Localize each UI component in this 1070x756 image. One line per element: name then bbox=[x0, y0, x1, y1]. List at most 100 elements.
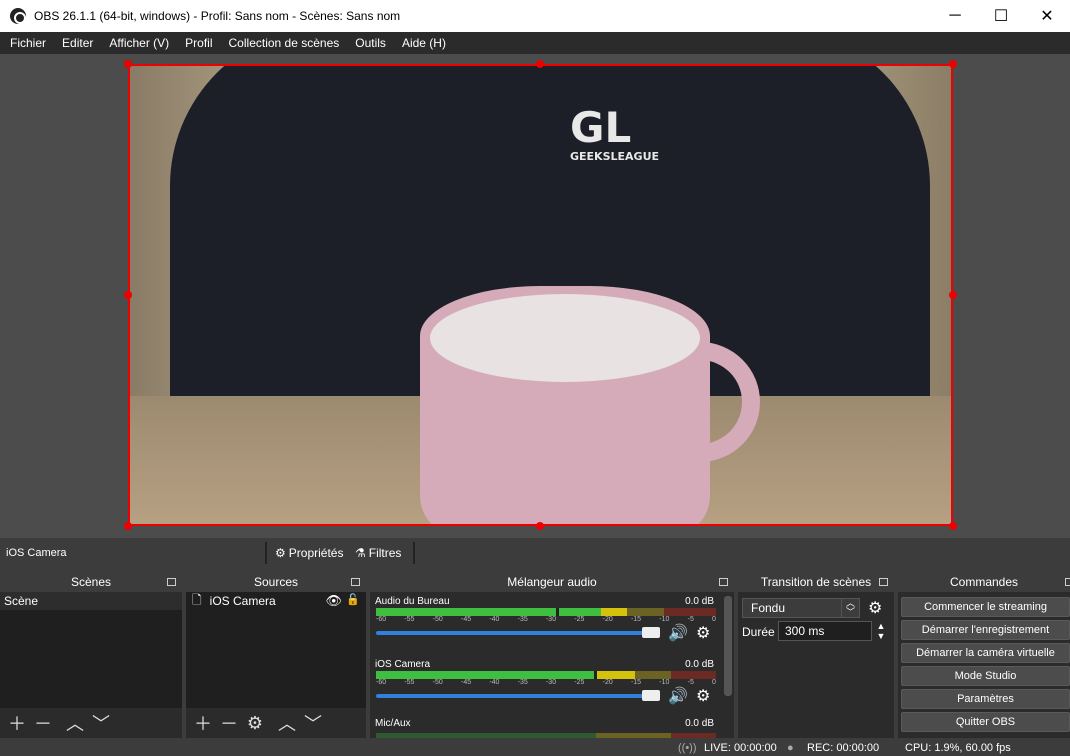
duration-label: Durée bbox=[742, 625, 775, 639]
undock-icon[interactable] bbox=[167, 578, 176, 586]
maximize-button[interactable]: ☐ bbox=[978, 0, 1024, 32]
meter-yellow-dim-segment bbox=[627, 608, 665, 616]
menu-tools[interactable]: Outils bbox=[347, 36, 394, 50]
mixer-channel: Mic/Aux 0.0 dB bbox=[374, 718, 716, 738]
speaker-icon[interactable]: 🔊 bbox=[668, 623, 688, 643]
menu-file[interactable]: Fichier bbox=[2, 36, 54, 50]
menu-edit[interactable]: Editer bbox=[54, 36, 101, 50]
source-item[interactable]: 🗋 iOS Camera 👁 🔓 bbox=[186, 592, 366, 610]
resize-handle-bottom-left[interactable] bbox=[124, 522, 132, 530]
tick-label: -5 bbox=[687, 679, 694, 686]
tick-label: -35 bbox=[517, 679, 528, 686]
tick-label: -55 bbox=[404, 679, 415, 686]
meter-green-segment bbox=[376, 608, 557, 616]
tick-label: -5 bbox=[687, 616, 694, 623]
eye-icon[interactable]: 👁 bbox=[325, 593, 342, 609]
undock-icon[interactable] bbox=[879, 578, 888, 586]
settings-button[interactable]: Paramètres bbox=[901, 689, 1070, 709]
volume-slider[interactable] bbox=[376, 694, 656, 698]
meter-yellow-dim-segment bbox=[595, 733, 671, 738]
add-scene-button[interactable]: ＋ bbox=[4, 710, 30, 736]
filter-icon: ⚗ bbox=[355, 546, 366, 560]
resize-handle-top[interactable] bbox=[536, 60, 544, 68]
filters-label: Filtres bbox=[368, 546, 402, 560]
resize-handle-bottom[interactable] bbox=[536, 522, 544, 530]
start-recording-button[interactable]: Démarrer l'enregistrement bbox=[901, 620, 1070, 640]
meter-green-segment bbox=[559, 608, 601, 616]
close-button[interactable]: ✕ bbox=[1024, 0, 1070, 32]
duration-input[interactable]: 300 ms bbox=[778, 621, 872, 641]
start-streaming-button[interactable]: Commencer le streaming bbox=[901, 597, 1070, 617]
volume-slider-handle[interactable] bbox=[642, 627, 660, 638]
sources-list[interactable]: 🗋 iOS Camera 👁 🔓 bbox=[186, 592, 366, 708]
transitions-title-text: Transition de scènes bbox=[760, 575, 872, 589]
hoodie-logo-mark: GL bbox=[570, 103, 632, 152]
gear-icon[interactable]: ⚙ bbox=[696, 623, 710, 643]
source-context-bar: iOS Camera ⚙ Propriétés ⚗ Filtres bbox=[0, 538, 1070, 568]
scene-item[interactable]: Scène bbox=[0, 592, 182, 610]
exit-button[interactable]: Quitter OBS bbox=[901, 712, 1070, 732]
volume-meter bbox=[376, 608, 716, 616]
menu-scene-collection[interactable]: Collection de scènes bbox=[221, 36, 348, 50]
volume-meter bbox=[376, 671, 716, 679]
add-source-button[interactable]: ＋ bbox=[190, 710, 216, 736]
mixer-dock-title: Mélangeur audio bbox=[370, 572, 734, 592]
channel-name: Mic/Aux bbox=[375, 718, 411, 729]
volume-slider-handle[interactable] bbox=[642, 690, 660, 701]
controls-dock: Commandes Commencer le streaming Démarre… bbox=[898, 572, 1070, 738]
move-source-up-button[interactable]: ︿ bbox=[274, 710, 300, 736]
menu-profile[interactable]: Profil bbox=[177, 36, 220, 50]
gear-icon[interactable]: ⚙ bbox=[868, 598, 882, 618]
mixer-scrollbar[interactable] bbox=[724, 596, 732, 696]
minimize-button[interactable]: ─ bbox=[932, 0, 978, 32]
remove-source-button[interactable]: － bbox=[216, 710, 242, 736]
resize-handle-bottom-right[interactable] bbox=[949, 522, 957, 530]
move-source-down-button[interactable]: ﹀ bbox=[300, 710, 326, 736]
chevron-up-down-icon: ︿ ﹀ bbox=[841, 599, 859, 617]
meter-ticks: -60 -55 -50 -45 -40 -35 -30 -25 -20 -15 … bbox=[376, 616, 716, 626]
filters-button[interactable]: ⚗ Filtres bbox=[355, 544, 401, 562]
tick-label: -60 bbox=[376, 679, 387, 686]
resize-handle-left[interactable] bbox=[124, 291, 132, 299]
camera-feed-preview[interactable]: GL GEEKSLEAGUE bbox=[128, 64, 953, 526]
studio-mode-button[interactable]: Mode Studio bbox=[901, 666, 1070, 686]
volume-slider[interactable] bbox=[376, 631, 656, 635]
controls-title-text: Commandes bbox=[949, 575, 1019, 589]
remove-scene-button[interactable]: － bbox=[30, 710, 56, 736]
properties-button[interactable]: ⚙ Propriétés bbox=[275, 544, 343, 562]
resize-handle-top-left[interactable] bbox=[124, 60, 132, 68]
tick-label: -15 bbox=[630, 616, 642, 623]
source-properties-gear-icon[interactable]: ⚙ bbox=[242, 710, 268, 736]
scenes-toolbar: ＋ － ︿ ﹀ bbox=[0, 708, 182, 738]
speaker-icon[interactable]: 🔊 bbox=[668, 686, 688, 706]
gear-icon[interactable]: ⚙ bbox=[696, 686, 710, 706]
meter-yellow-segment bbox=[597, 671, 635, 679]
resize-handle-right[interactable] bbox=[949, 291, 957, 299]
meter-red-dim-segment bbox=[670, 733, 716, 738]
transition-select[interactable]: Fondu ︿ ﹀ bbox=[742, 598, 860, 618]
undock-icon[interactable] bbox=[1065, 578, 1070, 586]
undock-icon[interactable] bbox=[719, 578, 728, 586]
scenes-title-text: Scènes bbox=[70, 575, 112, 589]
transitions-dock-title: Transition de scènes bbox=[738, 572, 894, 592]
selected-source-name: iOS Camera bbox=[6, 547, 67, 559]
mixer-channel: iOS Camera 0.0 dB -60 -55 -50 -45 -40 -3… bbox=[374, 659, 716, 717]
title-bar: OBS 26.1.1 (64-bit, windows) - Profil: S… bbox=[0, 0, 1070, 32]
undock-icon[interactable] bbox=[351, 578, 360, 586]
resize-handle-top-right[interactable] bbox=[949, 60, 957, 68]
scenes-list[interactable]: Scène bbox=[0, 592, 182, 708]
start-virtual-camera-button[interactable]: Démarrer la caméra virtuelle bbox=[901, 643, 1070, 663]
menu-help[interactable]: Aide (H) bbox=[394, 36, 454, 50]
file-icon: 🗋 bbox=[192, 592, 202, 607]
duration-spinner[interactable]: ▲ ▼ bbox=[874, 621, 888, 641]
move-scene-up-button[interactable]: ︿ bbox=[62, 710, 88, 736]
move-scene-down-button[interactable]: ﹀ bbox=[88, 710, 114, 736]
tick-label: 0 bbox=[712, 679, 716, 686]
lock-icon[interactable]: 🔓 bbox=[346, 593, 360, 606]
properties-label: Propriétés bbox=[288, 546, 344, 560]
channel-db: 0.0 dB bbox=[685, 659, 714, 670]
scenes-dock-title: Scènes bbox=[0, 572, 182, 592]
meter-ticks: -60 -55 -50 -45 -40 -35 -30 -25 -20 -15 … bbox=[376, 679, 716, 689]
preview-area[interactable]: GL GEEKSLEAGUE bbox=[0, 54, 1070, 538]
menu-view[interactable]: Afficher (V) bbox=[101, 36, 177, 50]
